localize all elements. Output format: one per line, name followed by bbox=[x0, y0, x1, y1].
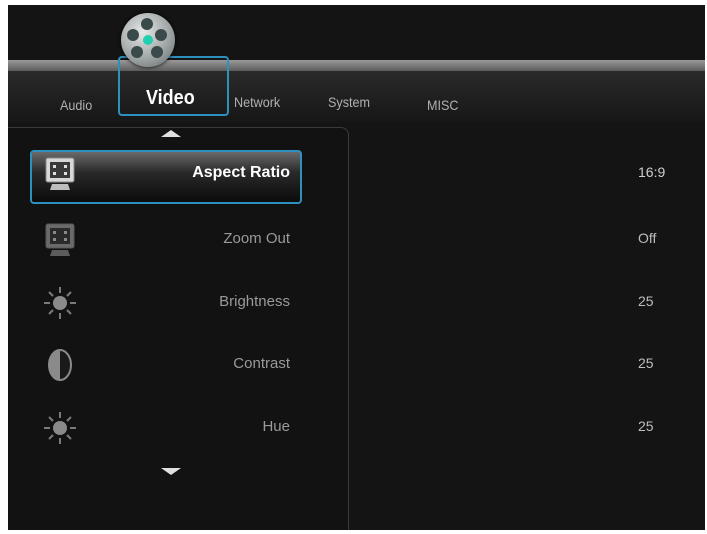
tab-audio[interactable]: Audio bbox=[60, 97, 92, 113]
menu-item-hue[interactable]: Hue 25 bbox=[8, 404, 705, 452]
menu-item-value: 25 bbox=[638, 418, 654, 434]
monitor-icon bbox=[45, 223, 75, 256]
contrast-icon bbox=[48, 349, 72, 381]
monitor-icon bbox=[45, 157, 75, 190]
arrow-up-icon[interactable] bbox=[161, 130, 181, 137]
settings-screen: Audio Video Network System MISC Aspect R… bbox=[8, 5, 705, 530]
arrow-down-icon[interactable] bbox=[161, 468, 181, 475]
menu-item-label: Brightness bbox=[219, 293, 290, 310]
menu-item-value: Off bbox=[638, 230, 657, 246]
sun-icon bbox=[44, 287, 76, 319]
menu-item-value: 25 bbox=[638, 293, 654, 309]
menu-item-label: Contrast bbox=[233, 355, 290, 372]
tab-system[interactable]: System bbox=[328, 94, 370, 110]
menu-item-aspect-ratio[interactable]: Aspect Ratio 16:9 bbox=[8, 150, 705, 204]
tab-video[interactable]: Video bbox=[146, 87, 195, 110]
menu-item-label: Zoom Out bbox=[223, 230, 290, 247]
header-band bbox=[8, 60, 705, 71]
menu-item-zoom-out[interactable]: Zoom Out Off bbox=[8, 216, 705, 264]
menu-item-label: Hue bbox=[262, 418, 290, 435]
menu-item-value: 25 bbox=[638, 355, 654, 371]
sun-icon bbox=[44, 412, 76, 444]
menu-item-value: 16:9 bbox=[638, 164, 666, 180]
tab-misc[interactable]: MISC bbox=[427, 97, 459, 113]
menu-item-contrast[interactable]: Contrast 25 bbox=[8, 341, 705, 389]
menu-item-brightness[interactable]: Brightness 25 bbox=[8, 279, 705, 327]
tab-network[interactable]: Network bbox=[234, 94, 280, 110]
menu-item-label: Aspect Ratio bbox=[192, 164, 290, 181]
film-reel-icon bbox=[121, 13, 175, 67]
